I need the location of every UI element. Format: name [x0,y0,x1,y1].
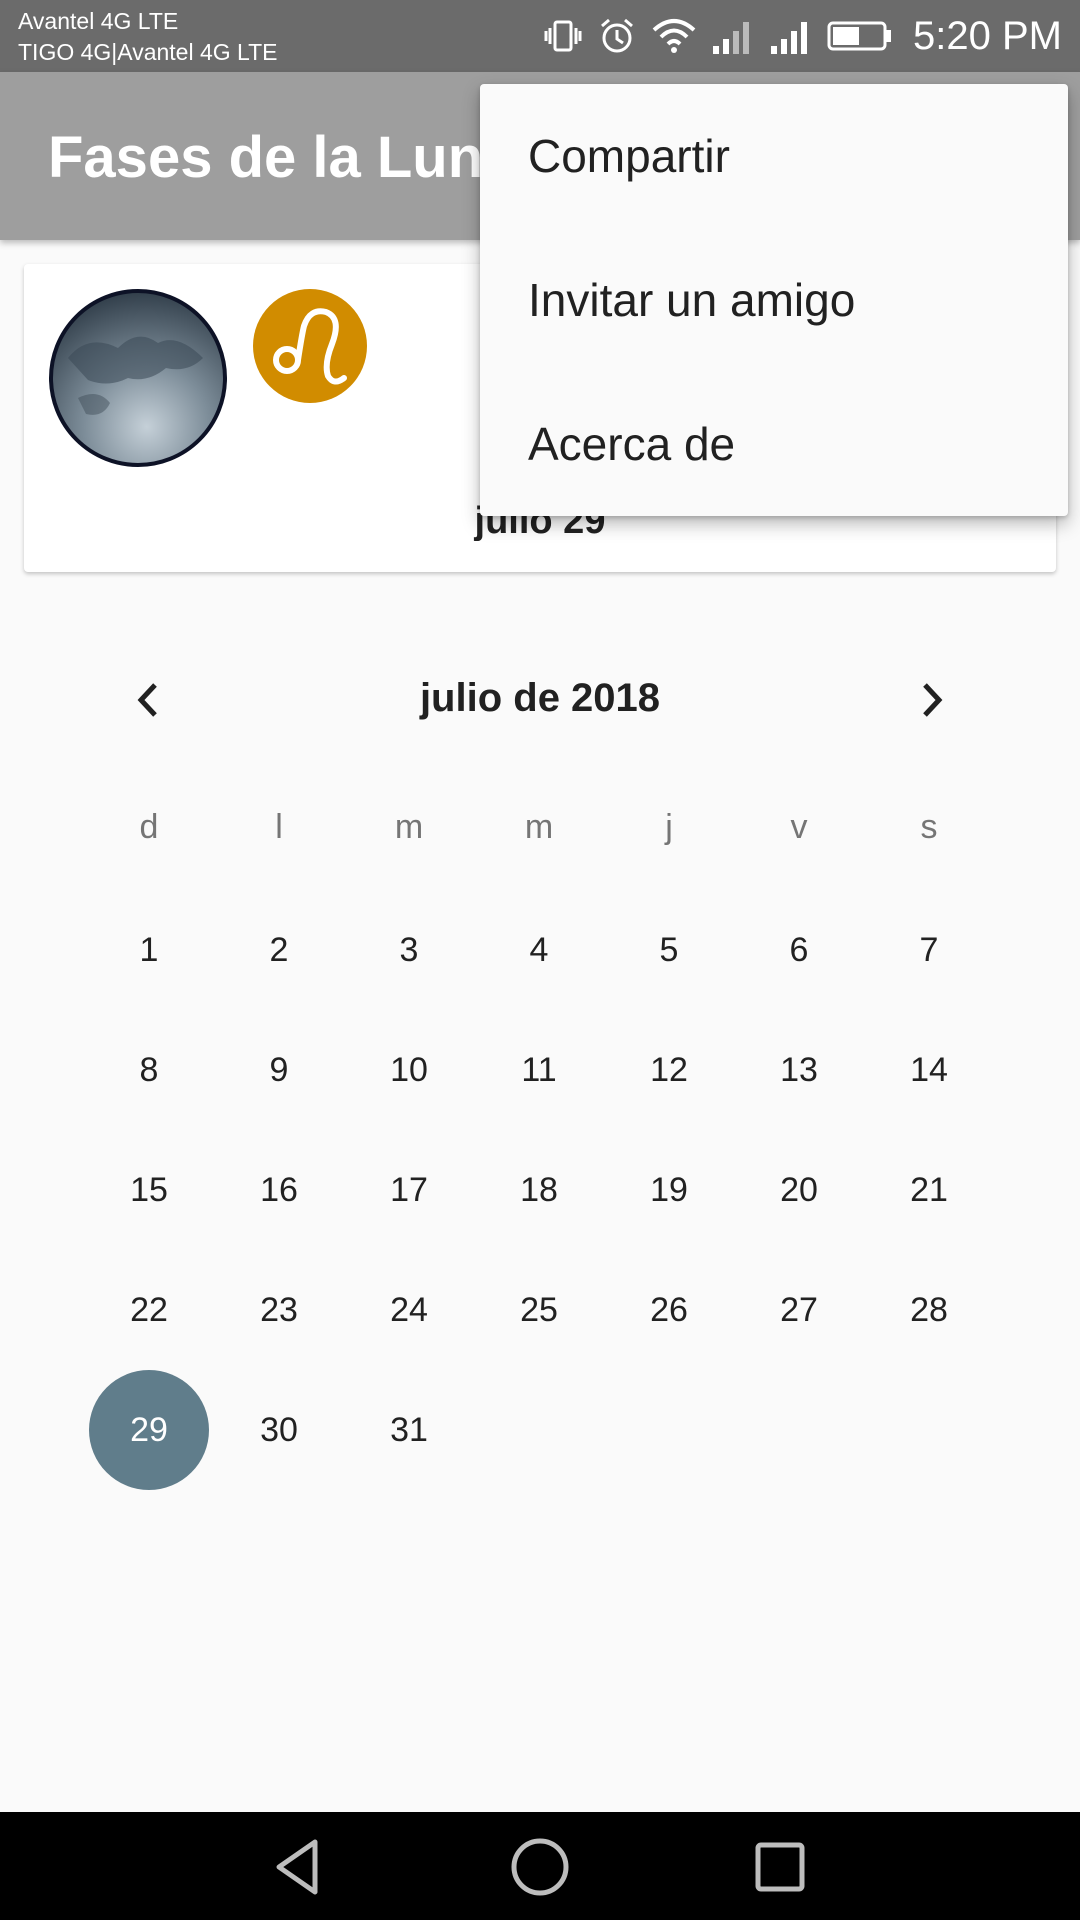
calendar-day[interactable]: 20 [734,1130,864,1250]
app-title: Fases de la Luna [48,125,516,190]
status-icons: 5:20 PM [543,0,1062,72]
battery-icon [827,21,892,51]
calendar-day[interactable]: 30 [214,1370,344,1490]
weekday-label: s [920,808,938,846]
clock: 5:20 PM [913,13,1062,58]
calendar-day[interactable]: 13 [734,1010,864,1130]
calendar-day[interactable]: 11 [474,1010,604,1130]
calendar-day[interactable]: 10 [344,1010,474,1130]
calendar-day-selected[interactable]: 29 [84,1370,214,1490]
calendar-day[interactable]: 25 [474,1250,604,1370]
calendar-day[interactable]: 1 [84,890,214,1010]
recents-icon[interactable] [745,1832,815,1902]
calendar-header: julio de 2018 [0,668,1080,732]
weekday-label: j [665,808,673,846]
weekday-header: d l m m j v s [84,808,996,847]
chevron-right-icon [923,683,943,717]
status-bar: Avantel 4G LTE TIGO 4G|Avantel 4G LTE 5:… [0,0,1080,72]
system-nav-bar [0,1812,1080,1920]
back-icon[interactable] [265,1832,335,1902]
calendar-day[interactable]: 31 [344,1370,474,1490]
calendar-day[interactable]: 3 [344,890,474,1010]
calendar-day[interactable]: 23 [214,1250,344,1370]
calendar-day[interactable]: 15 [84,1130,214,1250]
leo-zodiac-icon [253,289,367,403]
calendar-day[interactable]: 6 [734,890,864,1010]
alarm-icon [601,18,634,53]
weekday-label: m [394,808,424,846]
calendar-day[interactable]: 4 [474,890,604,1010]
calendar-day[interactable]: 5 [604,890,734,1010]
calendar-day[interactable]: 7 [864,890,994,1010]
weekday-label: v [790,808,808,846]
signal-icon [713,22,750,54]
carrier-info: Avantel 4G LTE TIGO 4G|Avantel 4G LTE [18,6,278,68]
calendar-day[interactable]: 18 [474,1130,604,1250]
signal-icon [771,22,808,54]
carrier-1-label: Avantel 4G LTE [18,8,179,34]
calendar-day[interactable]: 26 [604,1250,734,1370]
moon-phase-icon [49,289,227,467]
weekday-label: l [275,808,283,846]
home-icon[interactable] [505,1832,575,1902]
calendar-day[interactable]: 8 [84,1010,214,1130]
weekday-label: d [139,808,159,846]
calendar-day[interactable]: 28 [864,1250,994,1370]
calendar-day[interactable]: 9 [214,1010,344,1130]
calendar-day[interactable]: 27 [734,1250,864,1370]
calendar-day[interactable]: 22 [84,1250,214,1370]
vibrate-icon [544,20,582,52]
calendar-day[interactable]: 14 [864,1010,994,1130]
menu-item-about[interactable]: Acerca de [480,372,1068,516]
calendar-day[interactable]: 21 [864,1130,994,1250]
wifi-icon [652,19,696,53]
weekday-label: m [524,808,554,846]
calendar-day[interactable]: 2 [214,890,344,1010]
calendar-day[interactable]: 12 [604,1010,734,1130]
calendar-day[interactable]: 16 [214,1130,344,1250]
calendar-day[interactable]: 19 [604,1130,734,1250]
carrier-2-label: TIGO 4G|Avantel 4G LTE [18,39,278,65]
menu-item-invite-friend[interactable]: Invitar un amigo [480,228,1068,372]
next-month-button[interactable] [904,672,960,728]
overflow-menu: Compartir Invitar un amigo Acerca de [480,84,1068,516]
menu-item-share[interactable]: Compartir [480,84,1068,228]
calendar-day[interactable]: 24 [344,1250,474,1370]
calendar-grid: 1 2 3 4 5 6 7 8 9 10 11 12 13 14 15 16 1… [84,890,996,1490]
calendar-day[interactable]: 17 [344,1130,474,1250]
